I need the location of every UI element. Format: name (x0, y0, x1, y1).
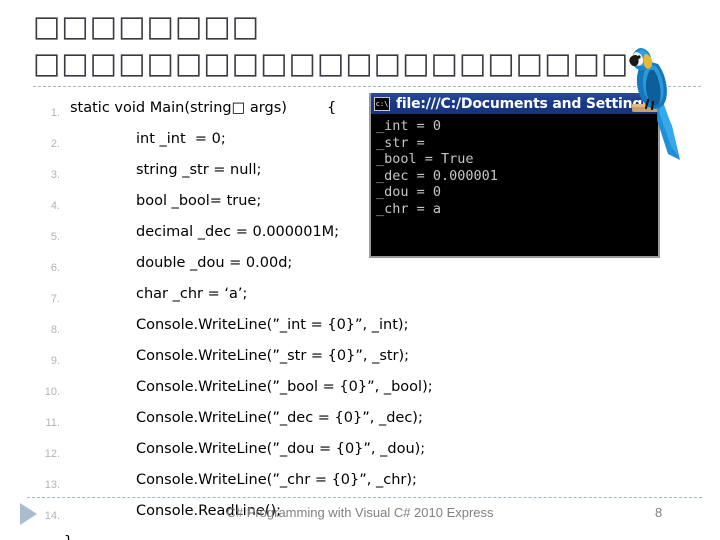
code-line-number: 6. (50, 262, 60, 274)
code-row: 8. Console.WriteLine(”_int = {0}”, _int)… (0, 315, 720, 346)
code-line-number: 13. (44, 479, 60, 491)
code-line-number: 3. (50, 169, 60, 181)
title-divider (33, 86, 701, 87)
code-line-number: 7. (50, 293, 60, 305)
code-row: 9. Console.WriteLine(”_str = {0}”, _str)… (0, 346, 720, 377)
code-line-text: Console.WriteLine(”_chr = {0}”, _chr); (136, 472, 417, 488)
code-row: 15. } (0, 532, 720, 540)
code-line-number: 2. (50, 138, 60, 150)
page-title-line-1: □□□□□□□□ (33, 9, 261, 43)
code-line-number: 11. (45, 417, 60, 429)
code-line-text: bool _bool= true; (136, 193, 262, 209)
code-line-number: 5. (50, 231, 60, 243)
code-line-text: Console.WriteLine(”_int = {0}”, _int); (136, 317, 409, 333)
code-line-number: 12. (44, 448, 60, 460)
next-slide-arrow-icon[interactable] (20, 503, 37, 525)
code-line-text: Console.WriteLine(”_str = {0}”, _str); (136, 348, 410, 364)
code-line-number: 8. (50, 324, 60, 336)
console-app-icon: c:\ (374, 96, 390, 111)
code-line-text: Console.WriteLine(”_dec = {0}”, _dec); (136, 410, 423, 426)
code-row: 11. Console.WriteLine(”_dec = {0}”, _dec… (0, 408, 720, 439)
code-line-text: double _dou = 0.00d; (136, 255, 293, 271)
code-line-text: Console.WriteLine(”_bool = {0}”, _bool); (136, 379, 433, 395)
console-title-bar[interactable]: c:\ file:///C:/Documents and Settings (371, 93, 658, 114)
code-row: 12. Console.WriteLine(”_dou = {0}”, _dou… (0, 439, 720, 470)
code-line-number: 10. (44, 386, 60, 398)
console-window[interactable]: c:\ file:///C:/Documents and Settings _i… (369, 93, 660, 258)
console-output: _int = 0 _str = _bool = True _dec = 0.00… (376, 118, 498, 217)
code-line-text: int _int = 0; (136, 131, 226, 147)
page-title-line-2: □□□□□□□□□□□□□□□□□□□□□ (33, 46, 630, 80)
code-line-number: 4. (50, 200, 60, 212)
code-row: 10. Console.WriteLine(”_bool = {0}”, _bo… (0, 377, 720, 408)
code-line-text: decimal _dec = 0.000001M; (136, 224, 340, 240)
console-window-title: file:///C:/Documents and Settings (396, 95, 651, 112)
code-line-trailing-brace: { (327, 100, 337, 116)
slide-canvas: □□□□□□□□ □□□□□□□□□□□□□□□□□□□□□ 1. static… (0, 0, 720, 540)
code-line-number: 1. (50, 107, 60, 119)
code-line-text: string _str = null; (136, 162, 262, 178)
page-number: 8 (655, 505, 663, 520)
code-row: 7. char _chr = ‘a’; (0, 284, 720, 315)
code-line-text: Console.WriteLine(”_dou = {0}”, _dou); (136, 441, 426, 457)
page-title: □□□□□□□□ □□□□□□□□□□□□□□□□□□□□□ (33, 8, 713, 82)
footer-course-title: C# Programming with Visual C# 2010 Expre… (226, 505, 494, 520)
code-line-text: } (64, 534, 73, 540)
code-line-number: 9. (50, 355, 60, 367)
footer-divider (27, 497, 702, 498)
code-line-text: char _chr = ‘a’; (136, 286, 248, 302)
code-line-text: static void Main(string□ args) (70, 100, 287, 116)
